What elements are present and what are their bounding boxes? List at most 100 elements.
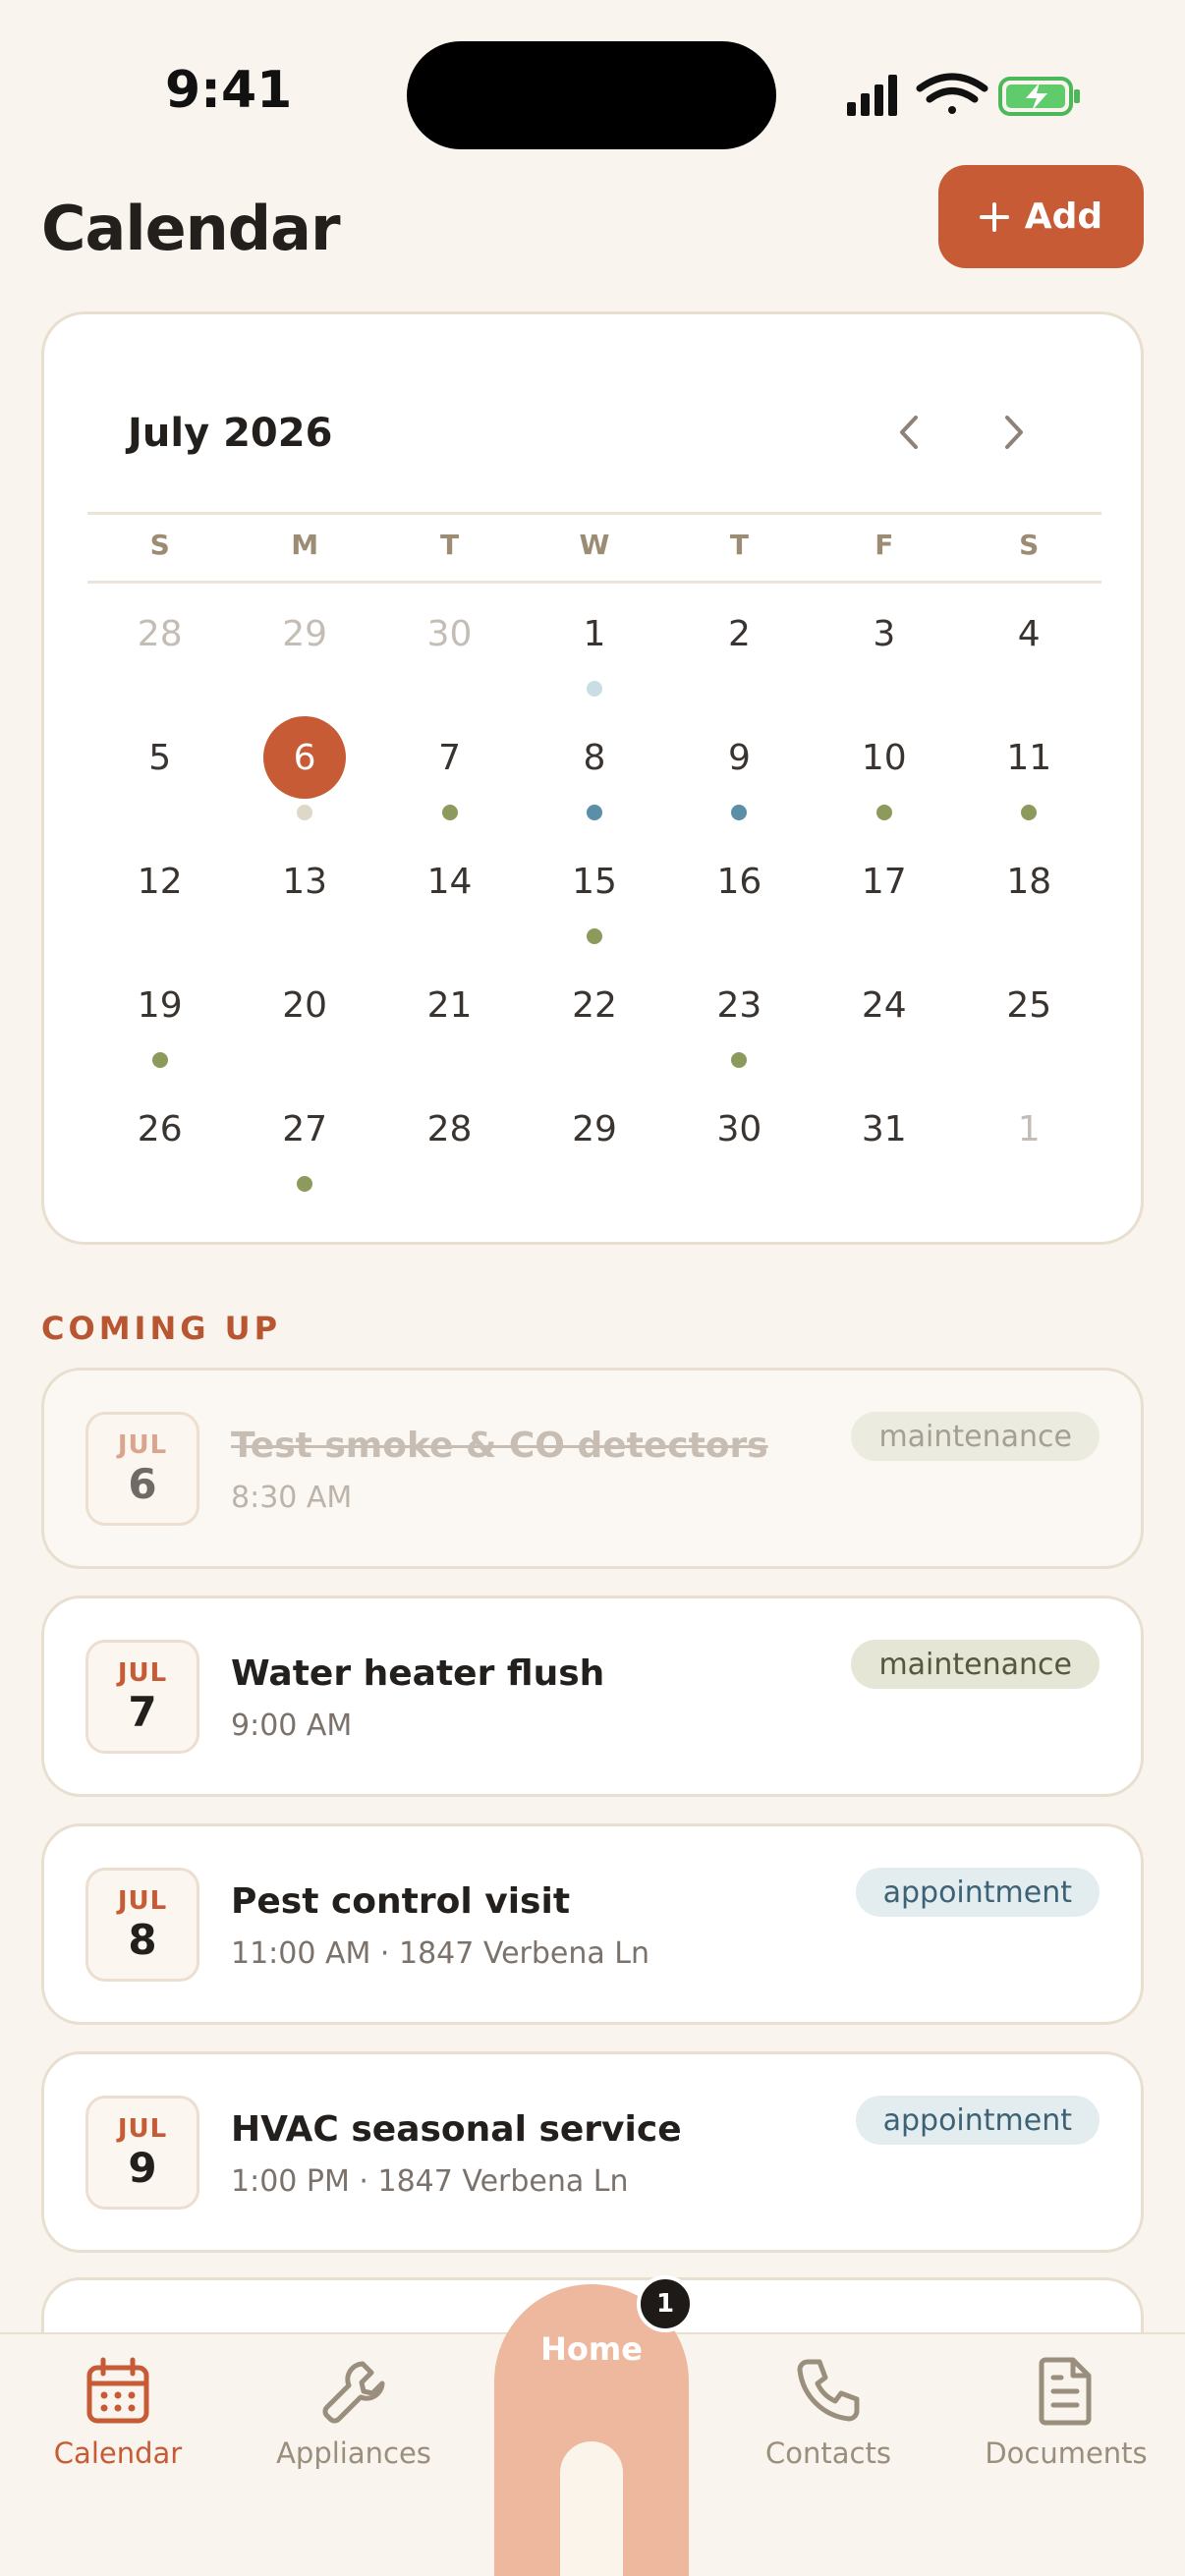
calendar-day[interactable]: 21 [377,964,522,1088]
calendar-day[interactable]: 11 [957,716,1101,840]
calendar-icon [86,2357,149,2424]
calendar-day[interactable]: 28 [87,592,232,716]
calendar-day[interactable]: 1 [957,1088,1101,1211]
day-number: 6 [263,716,347,799]
calendar-day[interactable]: 17 [812,840,956,964]
calendar-day[interactable]: 31 [812,1088,956,1211]
tab-label: Appliances [276,2436,431,2470]
calendar-day[interactable]: 9 [667,716,812,840]
event-indicator-dot [1021,805,1038,820]
calendar-day[interactable]: 15 [522,840,666,964]
event-subtitle: 9:00 AM [231,1708,353,1743]
event-indicator-dot [151,1052,168,1068]
event-subtitle: 1:00 PM · 1847 Verbena Ln [231,2164,629,2199]
event-title: HVAC seasonal service [231,2109,682,2150]
event-indicator-dot [297,1176,313,1192]
day-number: 2 [727,613,751,654]
weekday-label: F [875,529,894,561]
calendar-day[interactable]: 2 [667,592,812,716]
event-card[interactable]: JUL 9 HVAC seasonal service 1:00 PM · 1847 … [41,2051,1144,2253]
event-card[interactable]: JUL 7 Water heater flush 9:00 AM maintenance [41,1596,1144,1797]
calendar-day[interactable]: 28 [377,1088,522,1211]
day-number: 12 [137,861,183,902]
calendar-day[interactable]: 10 [812,716,956,840]
event-day: 9 [128,2144,157,2192]
day-number: 16 [716,861,762,902]
calendar-day[interactable]: 16 [667,840,812,964]
day-number: 4 [1017,613,1041,654]
tab-calendar[interactable]: Calendar [20,2356,216,2470]
month-label: July 2026 [128,411,333,456]
calendar-day[interactable]: 30 [377,592,522,716]
next-month-button[interactable] [985,403,1044,462]
day-number: 3 [873,613,896,654]
event-indicator-dot [586,681,602,697]
status-bar: 9:41 [0,0,1185,187]
chevron-right-icon [1005,416,1023,449]
add-button[interactable]: Add [938,165,1144,268]
calendar-day[interactable]: 23 [667,964,812,1088]
weekday-label: T [440,529,460,561]
event-title: Test smoke & CO detectors [231,1426,768,1466]
event-date-box: JUL 6 [85,1412,199,1526]
weekday-header: S M T W T F S [87,529,1101,568]
tab-label: Contacts [765,2436,891,2470]
page-title: Calendar [41,193,341,264]
event-subtitle: 11:00 AM · 1847 Verbena Ln [231,1936,650,1971]
wifi-icon [916,73,988,114]
calendar-day[interactable]: 3 [812,592,956,716]
day-number: 20 [282,984,328,1026]
calendar-day[interactable]: 7 [377,716,522,840]
day-number: 29 [282,613,328,654]
calendar-day[interactable]: 12 [87,840,232,964]
calendar-day[interactable]: 22 [522,964,666,1088]
calendar-day[interactable]: 24 [812,964,956,1088]
status-time: 9:41 [165,61,293,120]
status-icons [847,73,1083,118]
calendar-day[interactable]: 20 [232,964,376,1088]
event-card[interactable]: JUL 6 Test smoke & CO detectors 8:30 AM main… [41,1368,1144,1569]
calendar-day[interactable]: 5 [87,716,232,840]
day-number: 28 [426,1108,473,1149]
calendar-day[interactable]: 25 [957,964,1101,1088]
calendar-week: 28 29 30 1 2 3 4 [87,592,1101,716]
notification-badge: 1 [637,2275,694,2332]
event-indicator-dot [441,805,458,820]
tab-documents[interactable]: Documents [968,2356,1164,2470]
calendar-day[interactable]: 4 [957,592,1101,716]
calendar-day[interactable]: 27 [232,1088,376,1211]
calendar-day[interactable]: 29 [232,592,376,716]
day-number: 31 [861,1108,907,1149]
tab-contacts[interactable]: Contacts [730,2356,927,2470]
event-subtitle: 8:30 AM [231,1481,353,1515]
calendar-day[interactable]: 1 [522,592,666,716]
calendar-day[interactable]: 19 [87,964,232,1088]
chevron-left-icon [900,416,918,449]
calendar-day[interactable]: 18 [957,840,1101,964]
calendar-day[interactable]: 8 [522,716,666,840]
day-number: 10 [861,737,907,778]
event-category-badge: maintenance [851,1640,1100,1689]
calendar-week: 12 13 14 15 16 17 18 [87,840,1101,964]
event-card[interactable]: JUL 8 Pest control visit 11:00 AM · 1847 Ve… [41,1823,1144,2025]
day-number: 1 [1017,1108,1041,1149]
weekday-label: T [729,529,749,561]
calendar-day-selected[interactable]: 6 [232,716,376,840]
calendar-week: 19 20 21 22 23 24 25 [87,964,1101,1088]
day-number: 25 [1006,984,1052,1026]
calendar-day[interactable]: 29 [522,1088,666,1211]
document-icon [1039,2357,1092,2426]
event-date-box: JUL 7 [85,1640,199,1754]
calendar-day[interactable]: 14 [377,840,522,964]
day-number: 30 [426,613,473,654]
calendar-day[interactable]: 26 [87,1088,232,1211]
calendar-card: July 2026 S M T W T F S 28 29 30 1 2 3 4 5 6 7 8 9 1… [41,311,1144,1245]
calendar-day[interactable]: 30 [667,1088,812,1211]
calendar-week: 5 6 7 8 9 10 11 [87,716,1101,840]
add-button-label: Add [1024,196,1103,237]
previous-month-button[interactable] [879,403,938,462]
calendar-week: 26 27 28 29 30 31 1 [87,1088,1101,1211]
event-day: 7 [128,1688,157,1736]
calendar-day[interactable]: 13 [232,840,376,964]
tab-appliances[interactable]: Appliances [255,2356,452,2470]
